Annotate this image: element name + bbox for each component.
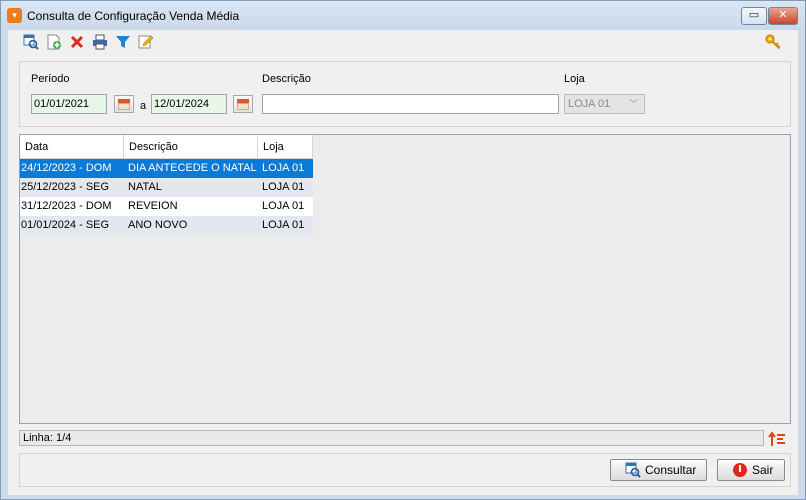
view-search-icon — [625, 462, 641, 478]
descricao-label: Descrição — [262, 73, 311, 85]
toolbar — [8, 30, 798, 54]
edit-pencil-icon[interactable] — [137, 33, 155, 51]
window-title: Consulta de Configuração Venda Média — [27, 9, 240, 23]
cell-loja: LOJA 01 — [262, 219, 305, 231]
date-from-input[interactable]: 01/01/2021 — [31, 94, 107, 114]
sair-label: Sair — [752, 463, 774, 477]
exit-icon — [732, 462, 748, 478]
cell-descricao: ANO NOVO — [128, 219, 188, 231]
calendar-to-button[interactable] — [233, 95, 253, 113]
close-button[interactable]: ✕ — [768, 7, 798, 25]
column-header-loja[interactable]: Loja — [258, 135, 313, 159]
loja-select-value: LOJA 01 — [568, 98, 611, 110]
cell-loja: LOJA 01 — [262, 162, 305, 174]
cell-data: 31/12/2023 - DOM — [21, 200, 112, 212]
column-header-data[interactable]: Data — [20, 135, 124, 159]
loja-select[interactable]: LOJA 01 ﹀ — [564, 94, 645, 114]
table-row[interactable]: 01/01/2024 - SEG ANO NOVO LOJA 01 — [20, 216, 313, 235]
cell-descricao: DIA ANTECEDE O NATAL — [128, 162, 257, 174]
view-search-icon[interactable] — [22, 33, 40, 51]
cell-descricao: REVEION — [128, 200, 178, 212]
title-bar: ▾ Consulta de Configuração Venda Média ▭… — [1, 1, 805, 31]
filter-panel: Período 01/01/2021 a 12/01/2024 Descriçã… — [19, 61, 791, 127]
action-panel: Consultar Sair — [19, 453, 791, 487]
calendar-from-button[interactable] — [114, 95, 134, 113]
status-bar: Linha: 1/4 — [19, 430, 764, 446]
cell-descricao: NATAL — [128, 181, 162, 193]
periodo-label: Período — [31, 73, 70, 85]
consultar-button[interactable]: Consultar — [610, 459, 707, 481]
results-grid[interactable]: Data Descrição Loja 24/12/2023 - DOM DIA… — [19, 134, 791, 424]
grid-body: 24/12/2023 - DOM DIA ANTECEDE O NATAL LO… — [20, 159, 313, 235]
print-icon[interactable] — [91, 33, 109, 51]
cell-data: 25/12/2023 - SEG — [21, 181, 110, 193]
table-row[interactable]: 24/12/2023 - DOM DIA ANTECEDE O NATAL LO… — [20, 159, 313, 178]
cell-loja: LOJA 01 — [262, 200, 305, 212]
maximize-button[interactable]: ▭ — [741, 7, 767, 25]
delete-icon[interactable] — [68, 33, 86, 51]
table-row[interactable]: 25/12/2023 - SEG NATAL LOJA 01 — [20, 178, 313, 197]
client-area: Período 01/01/2021 a 12/01/2024 Descriçã… — [8, 30, 798, 495]
descricao-input[interactable] — [262, 94, 559, 114]
date-separator: a — [140, 100, 147, 112]
loja-label: Loja — [564, 73, 585, 85]
grid-header: Data Descrição Loja — [20, 135, 313, 159]
cell-data: 01/01/2024 - SEG — [21, 219, 110, 231]
add-record-icon[interactable] — [45, 33, 63, 51]
chevron-down-icon: ﹀ — [628, 99, 638, 109]
filter-icon[interactable] — [114, 33, 132, 51]
cell-data: 24/12/2023 - DOM — [21, 162, 112, 174]
key-icon[interactable] — [764, 33, 782, 51]
date-to-input[interactable]: 12/01/2024 — [151, 94, 227, 114]
table-row[interactable]: 31/12/2023 - DOM REVEION LOJA 01 — [20, 197, 313, 216]
sair-button[interactable]: Sair — [717, 459, 785, 481]
consultar-label: Consultar — [645, 463, 697, 477]
window: ▾ Consulta de Configuração Venda Média ▭… — [0, 0, 806, 500]
cell-loja: LOJA 01 — [262, 181, 305, 193]
column-header-descricao[interactable]: Descrição — [124, 135, 258, 159]
app-icon[interactable]: ▾ — [7, 8, 22, 23]
sort-order-icon[interactable] — [768, 431, 786, 447]
